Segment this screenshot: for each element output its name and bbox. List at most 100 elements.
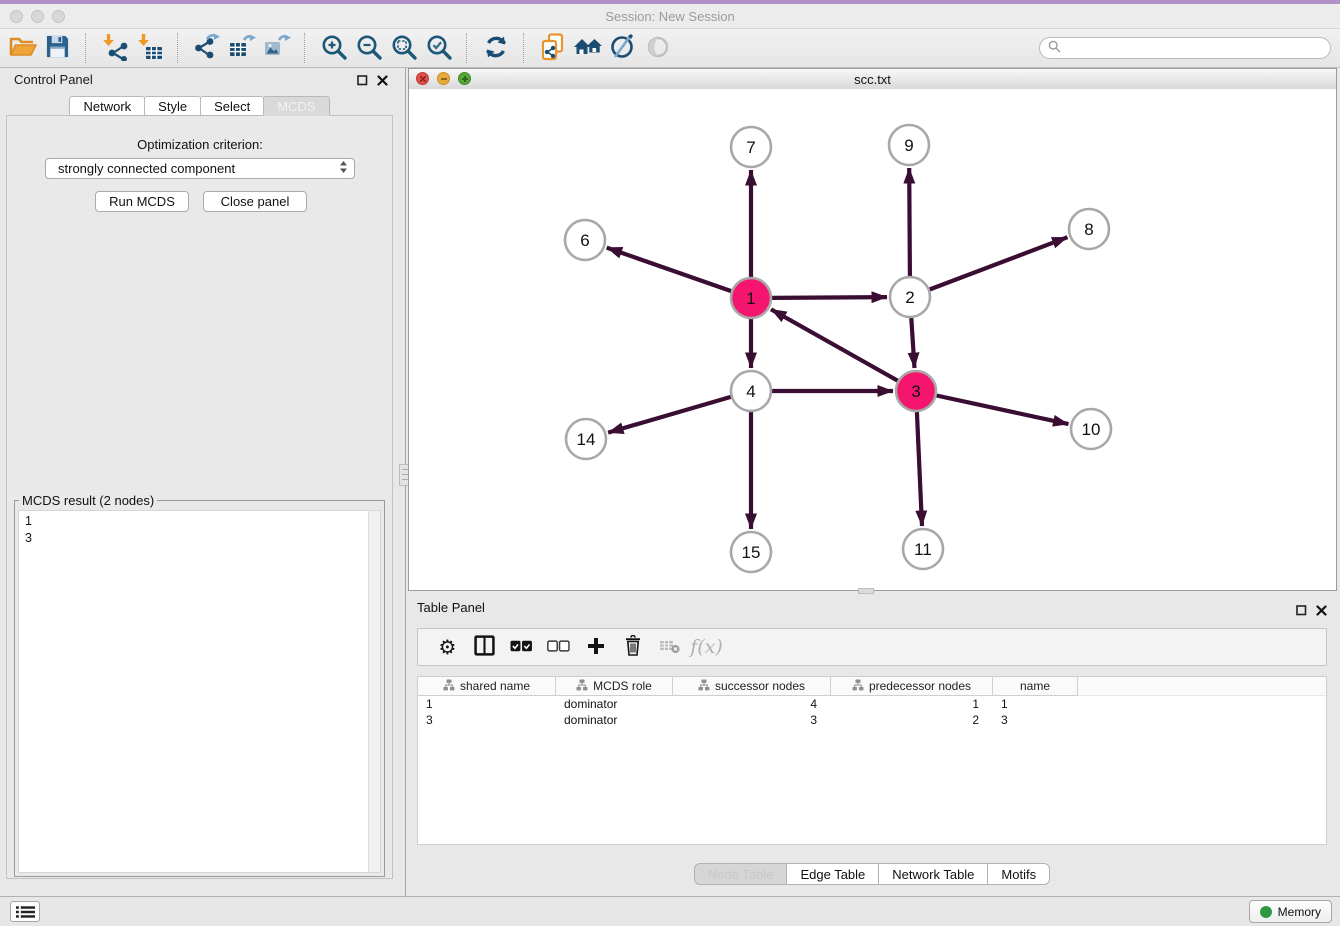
node-11[interactable]: 11 (903, 529, 943, 569)
table-cell[interactable]: dominator (556, 697, 673, 711)
column-label: name (1020, 679, 1050, 693)
table-cell[interactable]: 3 (418, 713, 556, 727)
export-table-icon (228, 33, 256, 64)
tab-edge-table[interactable]: Edge Table (786, 863, 879, 885)
tab-network-table[interactable]: Network Table (878, 863, 988, 885)
network-minimize-button[interactable] (437, 72, 450, 85)
zoom-selected-button[interactable] (421, 31, 456, 65)
create-column-button[interactable] (577, 632, 614, 662)
network-overview-button[interactable] (570, 31, 605, 65)
show-columns-button[interactable] (466, 632, 503, 662)
network-close-button[interactable] (416, 72, 429, 85)
edge-1-6[interactable] (607, 248, 732, 292)
table-cell[interactable]: 1 (831, 697, 993, 711)
node-3[interactable]: 3 (896, 371, 936, 411)
apply-preferred-layout-button[interactable] (478, 31, 513, 65)
table-row[interactable]: 3dominator323 (418, 712, 1326, 728)
column-header-name[interactable]: name (993, 677, 1078, 696)
edge-2-8[interactable] (930, 237, 1068, 289)
toggle-graphics-details-button[interactable] (605, 31, 640, 65)
table-cell[interactable]: 4 (673, 697, 831, 711)
float-panel-icon[interactable] (1296, 604, 1307, 619)
edge-3-1[interactable] (771, 309, 898, 380)
criterion-dropdown-value: strongly connected component (58, 161, 339, 176)
node-8[interactable]: 8 (1069, 209, 1109, 249)
network-graph[interactable]: 1 2 3 4 6 7 8 9 10 11 14 15 (409, 89, 1336, 590)
import-network-button[interactable] (97, 31, 132, 65)
column-header-shared-name[interactable]: shared name (418, 677, 556, 696)
node-7[interactable]: 7 (731, 127, 771, 167)
close-panel-button[interactable]: Close panel (203, 191, 307, 212)
table-cell[interactable]: dominator (556, 713, 673, 727)
export-table-button[interactable] (224, 31, 259, 65)
unselect-all-columns-button[interactable] (540, 632, 577, 662)
export-network-button[interactable] (189, 31, 224, 65)
edge-4-14[interactable] (608, 397, 731, 433)
table-cell[interactable]: 1 (993, 697, 1078, 711)
svg-text:7: 7 (746, 138, 755, 157)
table-settings-button[interactable]: ⚙ (429, 632, 466, 662)
close-panel-icon[interactable] (1316, 604, 1327, 619)
horizontal-splitter-handle[interactable] (858, 588, 874, 594)
tab-mcds[interactable]: MCDS (263, 96, 329, 116)
select-all-columns-button[interactable] (503, 632, 540, 662)
hide-panels-button[interactable] (640, 31, 675, 65)
node-4[interactable]: 4 (731, 371, 771, 411)
tab-select[interactable]: Select (200, 96, 264, 116)
table-cell[interactable]: 1 (418, 697, 556, 711)
float-panel-icon[interactable] (357, 74, 368, 89)
svg-text:11: 11 (914, 540, 932, 559)
zoom-out-button[interactable] (351, 31, 386, 65)
network-maximize-button[interactable] (458, 72, 471, 85)
svg-text:14: 14 (577, 430, 596, 449)
tab-node-table[interactable]: Node Table (694, 863, 788, 885)
delete-columns-button[interactable] (614, 632, 651, 662)
save-session-button[interactable] (40, 31, 75, 65)
table-cell[interactable]: 3 (993, 713, 1078, 727)
zoom-in-button[interactable] (316, 31, 351, 65)
tab-style[interactable]: Style (144, 96, 201, 116)
delete-table-button[interactable] (651, 632, 688, 662)
node-2[interactable]: 2 (890, 277, 930, 317)
network-canvas[interactable]: 1 2 3 4 6 7 8 9 10 11 14 15 (409, 89, 1336, 590)
tab-network[interactable]: Network (69, 96, 145, 116)
run-mcds-button[interactable]: Run MCDS (95, 191, 189, 212)
search-box[interactable] (1039, 37, 1331, 59)
node-6[interactable]: 6 (565, 220, 605, 260)
node-14[interactable]: 14 (566, 419, 606, 459)
zoom-fit-button[interactable] (386, 31, 421, 65)
edge-2-9[interactable] (909, 168, 910, 276)
close-panel-icon[interactable] (377, 74, 388, 89)
column-header-predecessor-nodes[interactable]: predecessor nodes (831, 677, 993, 696)
edge-3-11[interactable] (917, 412, 922, 526)
import-table-button[interactable] (132, 31, 167, 65)
edge-1-2[interactable] (772, 297, 887, 298)
checks-icon (510, 640, 533, 655)
memory-button[interactable]: Memory (1249, 900, 1332, 923)
node-1[interactable]: 1 (731, 278, 771, 318)
column-header-mcds-role[interactable]: MCDS role (556, 677, 673, 696)
criterion-dropdown[interactable]: strongly connected component (45, 158, 355, 179)
column-type-icon (852, 679, 864, 694)
mcds-result-scrollbar[interactable] (368, 511, 380, 872)
function-builder-button[interactable]: f(x) (688, 632, 725, 662)
tab-motifs[interactable]: Motifs (987, 863, 1050, 885)
column-header-successor-nodes[interactable]: successor nodes (673, 677, 831, 696)
table-cell[interactable]: 3 (673, 713, 831, 727)
export-image-button[interactable] (259, 31, 294, 65)
titlebar[interactable]: Session: New Session (0, 4, 1340, 28)
import-network-icon (101, 33, 129, 64)
network-window-titlebar[interactable]: scc.txt (409, 69, 1336, 90)
open-session-button[interactable] (5, 31, 40, 65)
table-cell[interactable]: 2 (831, 713, 993, 727)
task-history-button[interactable] (10, 901, 40, 922)
node-9[interactable]: 9 (889, 125, 929, 165)
node-10[interactable]: 10 (1071, 409, 1111, 449)
table-row[interactable]: 1dominator411 (418, 696, 1326, 712)
edge-2-3[interactable] (911, 318, 914, 368)
clone-network-button[interactable] (535, 31, 570, 65)
node-15[interactable]: 15 (731, 532, 771, 572)
search-input[interactable] (1066, 40, 1330, 56)
edge-3-10[interactable] (937, 396, 1069, 425)
mcds-result-list[interactable]: 13 (18, 510, 381, 873)
